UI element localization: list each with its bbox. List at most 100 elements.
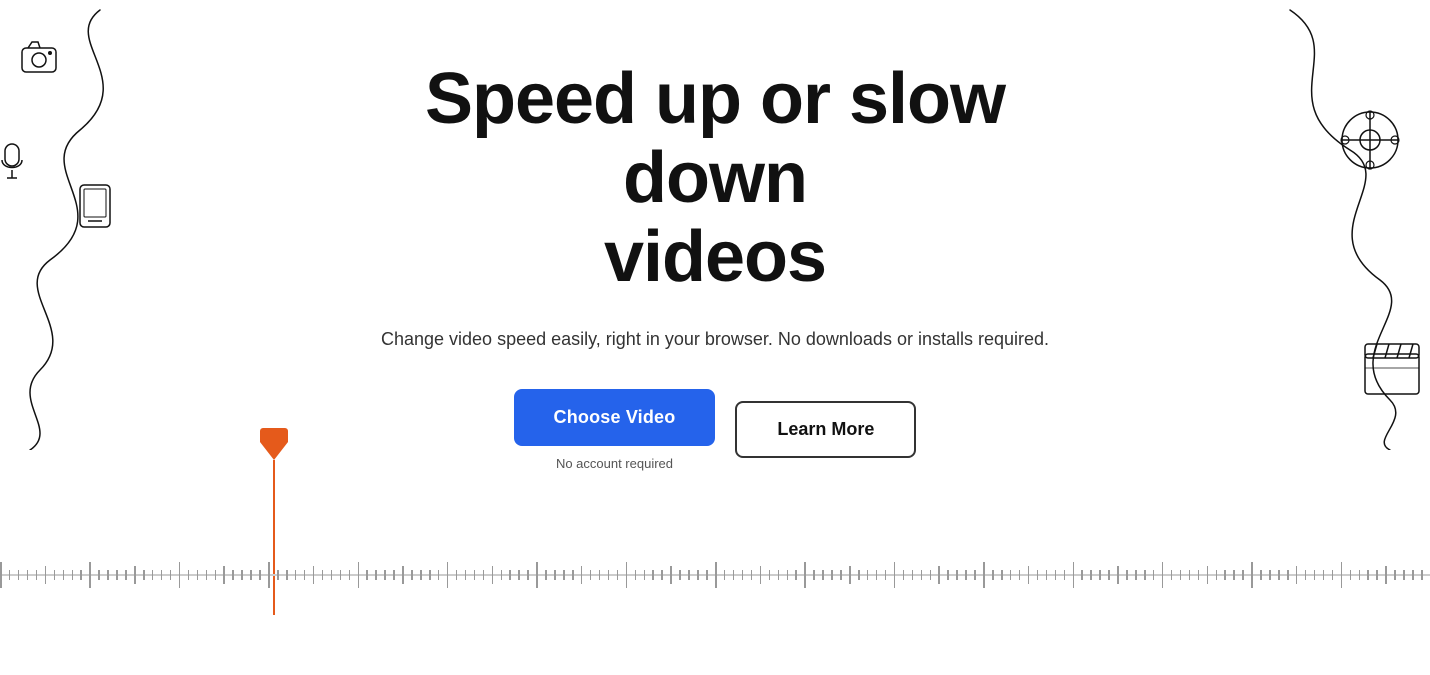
learn-more-button[interactable]: Learn More [735,401,916,458]
tick [1135,570,1137,580]
tick [572,570,574,580]
tick [250,570,252,580]
tick [322,570,324,580]
tick [1090,570,1092,580]
tick [706,570,708,580]
tick [27,570,29,580]
tick [509,570,511,580]
tick [947,570,949,580]
tick [626,562,628,588]
tick [197,570,199,580]
hero-subtitle: Change video speed easily, right in your… [381,326,1049,353]
tick [1001,570,1003,580]
tick [1376,570,1378,580]
tick [1162,562,1164,588]
tick [983,562,985,588]
tick [965,570,967,580]
tick [1099,570,1101,580]
hero-section: Speed up or slow down videos Change vide… [335,0,1095,471]
tick [617,570,619,580]
tick [563,570,565,580]
tick [63,570,65,580]
tick [36,570,38,580]
tick [813,570,815,580]
tick [1028,566,1030,584]
tick [1207,566,1209,584]
tick [1171,570,1173,580]
tick [18,570,20,580]
tick [152,570,154,580]
tick [1117,566,1119,584]
tick [1073,562,1075,588]
tick [1403,570,1405,580]
tick [1010,570,1012,580]
tick [241,570,243,580]
tick [277,570,279,580]
page-wrapper: Speed up or slow down videos Change vide… [0,0,1430,675]
tick [742,570,744,580]
tick [1180,570,1182,580]
tick [1278,570,1280,580]
tick [0,562,2,588]
tick [447,562,449,588]
tick [9,570,11,580]
tick [858,570,860,580]
tick [420,570,422,580]
tick [170,570,172,580]
tick [1421,570,1423,580]
tick [1260,570,1262,580]
tick [1359,570,1361,580]
hero-title: Speed up or slow down videos [335,60,1095,298]
tick [188,570,190,580]
tick [652,570,654,580]
tick [223,566,225,584]
tick [1296,566,1298,584]
tick [733,570,735,580]
tick [1216,570,1218,580]
tick [304,570,306,580]
tick [286,570,288,580]
tick [590,570,592,580]
tick [402,566,404,584]
tick [554,570,556,580]
tick [840,570,842,580]
tick [831,570,833,580]
tick [867,570,869,580]
tick [215,570,217,580]
tick [107,570,109,580]
tick [134,566,136,584]
tick [98,570,100,580]
choose-video-button[interactable]: Choose Video [514,389,716,446]
tick [1153,570,1155,580]
tick [1108,570,1110,580]
tick [501,570,503,580]
tick [268,562,270,588]
tick [769,570,771,580]
tick [1305,570,1307,580]
tick [795,570,797,580]
tick [518,570,520,580]
tick [340,570,342,580]
tick [527,570,529,580]
tick [760,566,762,584]
tick [54,570,56,580]
tick [536,562,538,588]
tick [1189,570,1191,580]
tick [1037,570,1039,580]
tick [474,570,476,580]
tick [375,570,377,580]
tick [72,570,74,580]
tick [1287,570,1289,580]
tick [259,570,261,580]
tick [295,570,297,580]
tick [80,570,82,580]
tick [1019,570,1021,580]
tick [1323,570,1325,580]
tick [1224,570,1226,580]
tick [804,562,806,588]
tick [492,566,494,584]
tick [930,570,932,580]
tick [429,570,431,580]
primary-cta-wrapper: Choose Video No account required [514,389,716,471]
tick [358,562,360,588]
